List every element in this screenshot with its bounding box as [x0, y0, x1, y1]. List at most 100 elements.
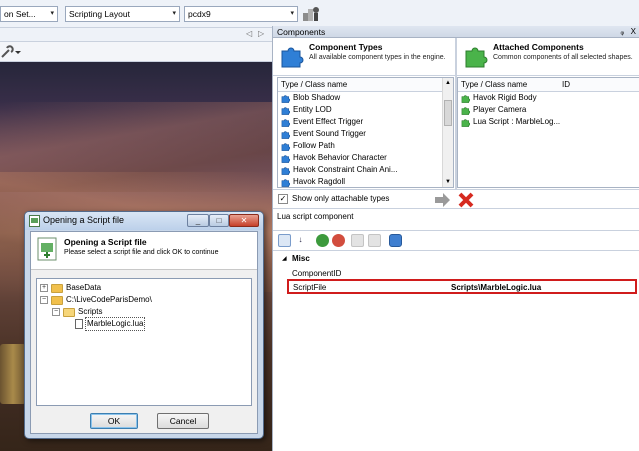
list-item-label: Havok Rigid Body: [473, 93, 537, 102]
show-only-checkbox[interactable]: ✓: [278, 194, 288, 204]
copy-icon[interactable]: [351, 234, 364, 247]
list-item[interactable]: Havok Constraint Chain Ani...: [278, 164, 453, 176]
list-item[interactable]: Entity LOD: [278, 104, 453, 116]
puzzle-green-icon: [465, 47, 488, 68]
dialog-header: Opening a Script file Please select a sc…: [31, 232, 257, 270]
scene-set-combo[interactable]: on Set... ▾: [0, 6, 58, 22]
renderer-combo[interactable]: pcdx9 ▾: [184, 6, 298, 22]
tree-item-label: MarbleLogic.lua: [84, 317, 146, 331]
attached-components-list[interactable]: Type / Class name ID Havok Rigid Body Pla…: [457, 77, 639, 188]
column-header-type[interactable]: Type / Class name: [461, 80, 527, 89]
layout-combo-value: Scripting Layout: [69, 9, 130, 19]
cancel-icon[interactable]: [332, 234, 345, 247]
help-icon[interactable]: [389, 234, 402, 247]
list-item[interactable]: Havok Rigid Body: [458, 92, 639, 104]
close-icon[interactable]: X: [631, 27, 636, 36]
puzzle-blue-icon: [281, 47, 304, 68]
component-types-list[interactable]: Type / Class name Blob Shadow Entity LOD E…: [277, 77, 454, 188]
open-script-dialog: Opening a Script file _ □ ✕ Opening a Sc…: [24, 211, 264, 439]
ok-button[interactable]: OK: [90, 413, 138, 429]
main-toolbar: on Set... ▾ Scripting Layout ▾ pcdx9 ▾: [0, 0, 639, 28]
puzzle-piece-icon: [461, 118, 470, 127]
list-item-label: Player Camera: [473, 105, 527, 114]
folder-icon: [51, 295, 63, 305]
component-types-subtitle: All available component types in the eng…: [309, 54, 446, 61]
folder-icon: [51, 283, 63, 293]
panel-title: Components: [277, 27, 326, 37]
renderer-combo-value: pcdx9: [188, 9, 211, 19]
viewport-toolbar: [0, 42, 272, 62]
chevron-down-icon: ▾: [172, 10, 176, 17]
scroll-right-icon[interactable]: ▷: [258, 29, 264, 38]
wrench-icon[interactable]: [0, 45, 22, 59]
tree-item-scripts[interactable]: − Scripts: [52, 306, 102, 318]
scroll-left-icon[interactable]: ◁: [246, 29, 252, 38]
puzzle-piece-icon: [461, 94, 470, 103]
list-item-label: Event Sound Trigger: [293, 129, 366, 138]
column-header-type[interactable]: Type / Class name: [278, 78, 453, 92]
puzzle-piece-icon: [281, 178, 290, 187]
column-header-id[interactable]: ID: [562, 78, 570, 92]
tree-item-label: BaseData: [66, 283, 102, 292]
dialog-titlebar[interactable]: Opening a Script file _ □ ✕: [25, 212, 263, 230]
tree-item-label: Scripts: [78, 307, 103, 316]
property-value[interactable]: Scripts\MarbleLogic.lua: [451, 281, 541, 294]
category-row[interactable]: ◢ Misc: [273, 253, 639, 265]
alphabetical-icon[interactable]: ↓: [294, 234, 307, 247]
remove-x-icon[interactable]: [457, 192, 475, 208]
show-only-row: ✓ Show only attachable types: [273, 189, 639, 209]
list-item-label: Follow Path: [293, 141, 335, 150]
add-arrow-icon[interactable]: [433, 192, 451, 208]
scroll-thumb[interactable]: [444, 100, 452, 126]
attached-components-header: Attached Components Common components of…: [457, 38, 639, 76]
layout-combo[interactable]: Scripting Layout ▾: [65, 6, 180, 22]
expand-icon[interactable]: +: [40, 284, 48, 292]
property-row-scriptfile[interactable]: ScriptFile Scripts\MarbleLogic.lua: [287, 279, 637, 294]
list-item[interactable]: Lua Script : MarbleLog...: [458, 116, 639, 128]
close-button[interactable]: ✕: [229, 214, 259, 227]
paste-icon[interactable]: [368, 234, 381, 247]
list-item-label: Event Effect Trigger: [293, 117, 364, 126]
cancel-button[interactable]: Cancel: [157, 413, 209, 429]
maximize-button[interactable]: □: [209, 214, 229, 227]
list-item[interactable]: Player Camera: [458, 104, 639, 116]
scroll-down-icon[interactable]: ▼: [445, 179, 451, 185]
list-item[interactable]: Havok Behavior Character: [278, 152, 453, 164]
property-grid: ◢ Misc ComponentID ScriptFile Scripts\Ma…: [273, 251, 639, 451]
list-item[interactable]: Havok Ragdoll: [278, 176, 453, 187]
attached-components-subtitle: Common components of all selected shapes…: [493, 54, 633, 61]
property-name: ScriptFile: [293, 283, 327, 292]
file-tree[interactable]: + BaseData − C:\LiveCodeParisDemo\ − Scr…: [36, 278, 252, 406]
puzzle-piece-icon: [281, 142, 290, 151]
list-item[interactable]: Blob Shadow: [278, 92, 453, 104]
collapse-icon[interactable]: −: [52, 308, 60, 316]
tree-item-basedata[interactable]: + BaseData: [40, 282, 101, 294]
categorized-icon[interactable]: [278, 234, 291, 247]
profile-settings-icon[interactable]: [302, 5, 320, 23]
pin-icon[interactable]: ᵩ: [620, 27, 624, 36]
script-file-large-icon: [37, 237, 57, 261]
dialog-body: Opening a Script file Please select a sc…: [30, 231, 258, 434]
folder-open-icon: [63, 307, 75, 317]
tree-item-project[interactable]: − C:\LiveCodeParisDemo\: [40, 294, 152, 306]
attached-column-headers: Type / Class name ID: [458, 78, 639, 92]
attached-components-title: Attached Components: [493, 42, 584, 52]
list-item[interactable]: Follow Path: [278, 140, 453, 152]
collapse-icon[interactable]: ◢: [282, 253, 287, 265]
list-item[interactable]: Event Effect Trigger: [278, 116, 453, 128]
components-panel-title: Components ᵩ X: [273, 26, 639, 38]
scroll-up-icon[interactable]: ▲: [445, 80, 451, 86]
list-item-label: Havok Constraint Chain Ani...: [293, 165, 398, 174]
vertical-scrollbar[interactable]: ▲ ▼: [442, 78, 453, 187]
tree-item-file[interactable]: MarbleLogic.lua: [75, 317, 146, 331]
collapse-icon[interactable]: −: [40, 296, 48, 304]
apply-icon[interactable]: [316, 234, 329, 247]
tree-item-label: C:\LiveCodeParisDemo\: [66, 295, 152, 304]
minimize-button[interactable]: _: [187, 214, 209, 227]
dialog-heading: Opening a Script file: [64, 237, 147, 247]
puzzle-piece-icon: [281, 154, 290, 163]
puzzle-piece-icon: [281, 94, 290, 103]
list-item[interactable]: Event Sound Trigger: [278, 128, 453, 140]
puzzle-piece-icon: [461, 106, 470, 115]
barrel-object: [0, 344, 26, 404]
